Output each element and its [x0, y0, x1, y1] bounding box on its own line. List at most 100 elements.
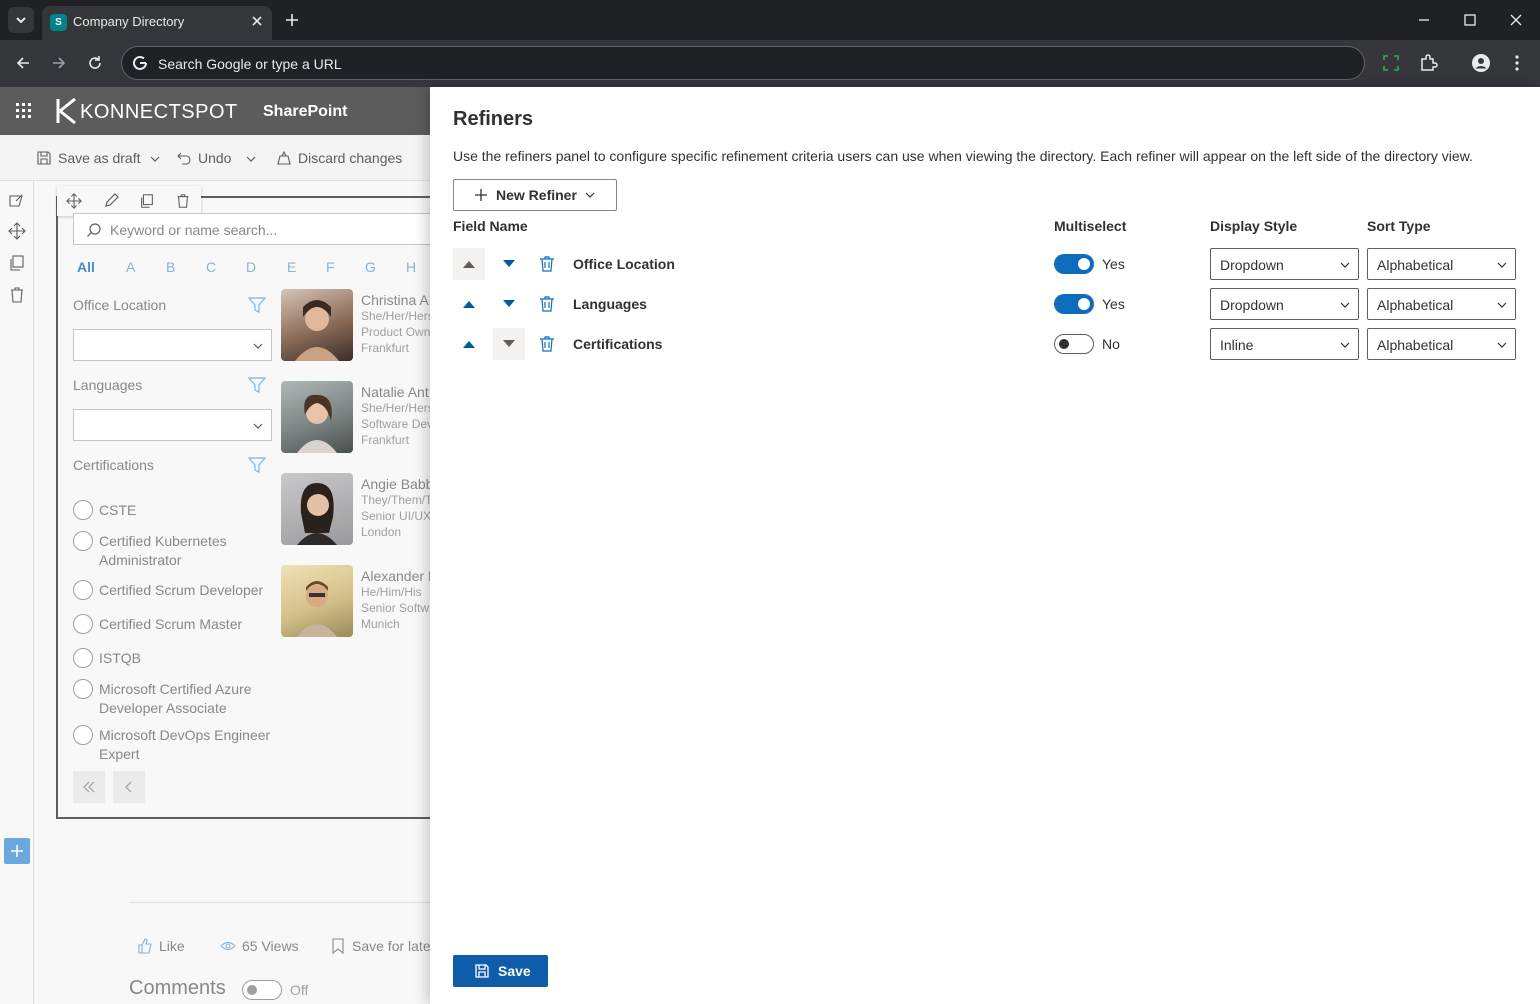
move-icon[interactable] — [66, 193, 82, 209]
alpha-filter-e[interactable]: E — [287, 259, 296, 275]
person-name[interactable]: Angie Babb — [361, 476, 433, 492]
alpha-filter-c[interactable]: C — [206, 259, 216, 275]
discard-changes-button[interactable]: Discard changes — [276, 150, 402, 166]
duplicate-icon[interactable] — [8, 254, 26, 272]
person-photo[interactable] — [281, 565, 353, 637]
filter-icon[interactable] — [248, 377, 266, 393]
radio-button[interactable] — [73, 648, 93, 668]
trash-icon[interactable] — [539, 335, 555, 353]
delete-icon[interactable] — [175, 193, 191, 209]
person-name[interactable]: Christina A — [361, 292, 429, 308]
save-draft-button[interactable]: Save as draft — [36, 150, 141, 166]
refiner-row: Languages Yes Dropdown Alphabetical — [430, 288, 1540, 320]
trash-icon[interactable] — [539, 255, 555, 273]
reload-icon[interactable] — [86, 54, 104, 72]
sort-type-dropdown[interactable]: Alphabetical — [1367, 328, 1516, 360]
add-section-button[interactable] — [4, 838, 30, 864]
alpha-filter-h[interactable]: H — [406, 259, 416, 275]
radio-button[interactable] — [73, 500, 93, 520]
trash-icon[interactable] — [539, 295, 555, 313]
display-style-dropdown[interactable]: Dropdown — [1210, 288, 1359, 320]
certification-option[interactable]: CSTE — [73, 500, 273, 520]
radio-button[interactable] — [73, 614, 93, 634]
directory-search-input[interactable]: Keyword or name search... — [73, 213, 430, 245]
filter-icon[interactable] — [248, 297, 266, 313]
app-name[interactable]: SharePoint — [263, 103, 347, 121]
save-button[interactable]: Save — [453, 955, 548, 987]
radio-button[interactable] — [73, 679, 93, 699]
move-down-button[interactable] — [493, 328, 525, 360]
comments-toggle[interactable] — [242, 980, 282, 1000]
certification-option[interactable]: Microsoft DevOps Engineer Expert — [73, 725, 273, 764]
sort-type-dropdown[interactable]: Alphabetical — [1367, 248, 1516, 280]
move-up-button[interactable] — [453, 288, 485, 320]
certification-option[interactable]: ISTQB — [73, 648, 273, 668]
certification-option[interactable]: Certified Scrum Master — [73, 614, 273, 634]
save-icon — [475, 964, 489, 978]
move-up-button[interactable] — [453, 248, 485, 280]
alpha-filter-g[interactable]: G — [365, 259, 376, 275]
person-title: Software Dev — [361, 417, 434, 431]
alpha-filter-b[interactable]: B — [166, 259, 175, 275]
waffle-icon[interactable] — [16, 103, 32, 119]
multiselect-toggle[interactable] — [1054, 294, 1094, 314]
languages-dropdown[interactable] — [73, 409, 272, 441]
close-window-icon[interactable] — [1508, 12, 1524, 28]
radio-button[interactable] — [73, 531, 93, 551]
person-photo[interactable] — [281, 473, 353, 545]
move-down-button[interactable] — [493, 288, 525, 320]
edit-icon[interactable] — [103, 193, 119, 209]
move-icon[interactable] — [8, 222, 26, 240]
alpha-filter-all[interactable]: All — [77, 259, 95, 275]
person-name[interactable]: Natalie Ant — [361, 384, 429, 400]
alpha-filter-d[interactable]: D — [246, 259, 256, 275]
panel-title: Refiners — [453, 108, 534, 130]
plus-icon[interactable] — [283, 11, 301, 29]
first-page-button[interactable] — [73, 771, 105, 803]
minimize-icon[interactable] — [1416, 12, 1432, 28]
chevron-down-icon[interactable] — [246, 154, 256, 164]
duplicate-icon[interactable] — [139, 193, 155, 209]
chevron-down-icon[interactable] — [150, 154, 160, 164]
address-bar[interactable]: Search Google or type a URL — [121, 46, 1365, 80]
maximize-icon[interactable] — [1462, 12, 1478, 28]
new-refiner-button[interactable]: New Refiner — [453, 179, 617, 211]
like-button[interactable]: Like — [137, 938, 185, 954]
multiselect-toggle[interactable] — [1054, 254, 1094, 274]
alpha-filter-a[interactable]: A — [126, 259, 135, 275]
filter-icon[interactable] — [248, 457, 266, 473]
radio-button[interactable] — [73, 580, 93, 600]
person-photo[interactable] — [281, 381, 353, 453]
certification-option[interactable]: Certified Kubernetes Administrator — [73, 531, 273, 570]
screenshot-icon[interactable] — [1381, 53, 1401, 73]
multiselect-toggle[interactable] — [1054, 334, 1094, 354]
person-photo[interactable] — [281, 289, 353, 361]
prev-page-button[interactable] — [113, 771, 145, 803]
display-style-dropdown[interactable]: Dropdown — [1210, 248, 1359, 280]
delete-icon[interactable] — [8, 286, 26, 304]
profile-icon[interactable] — [1471, 53, 1491, 73]
radio-button[interactable] — [73, 725, 93, 745]
tab-list-button[interactable] — [8, 7, 34, 33]
move-down-button[interactable] — [493, 248, 525, 280]
new-refiner-label: New Refiner — [496, 187, 577, 203]
certification-option[interactable]: Certified Scrum Developer — [73, 580, 273, 600]
edit-section-icon[interactable] — [8, 192, 26, 210]
close-icon[interactable] — [250, 14, 264, 28]
column-multiselect: Multiselect — [1054, 218, 1127, 234]
back-arrow-icon[interactable] — [14, 54, 32, 72]
person-name[interactable]: Alexander I — [361, 568, 432, 584]
extensions-icon[interactable] — [1418, 53, 1438, 73]
save-for-later-button[interactable]: Save for late — [330, 938, 431, 954]
sort-type-dropdown[interactable]: Alphabetical — [1367, 288, 1516, 320]
menu-dots-icon[interactable] — [1508, 53, 1526, 73]
certification-option[interactable]: Microsoft Certified Azure Developer Asso… — [73, 679, 273, 718]
alpha-filter-f[interactable]: F — [326, 259, 335, 275]
display-style-dropdown[interactable]: Inline — [1210, 328, 1359, 360]
move-up-button[interactable] — [453, 328, 485, 360]
undo-button[interactable]: Undo — [176, 150, 231, 166]
forward-arrow-icon[interactable] — [50, 54, 68, 72]
plus-icon — [475, 189, 487, 201]
browser-tab-active[interactable]: S Company Directory — [42, 6, 272, 40]
office-location-dropdown[interactable] — [73, 329, 272, 361]
